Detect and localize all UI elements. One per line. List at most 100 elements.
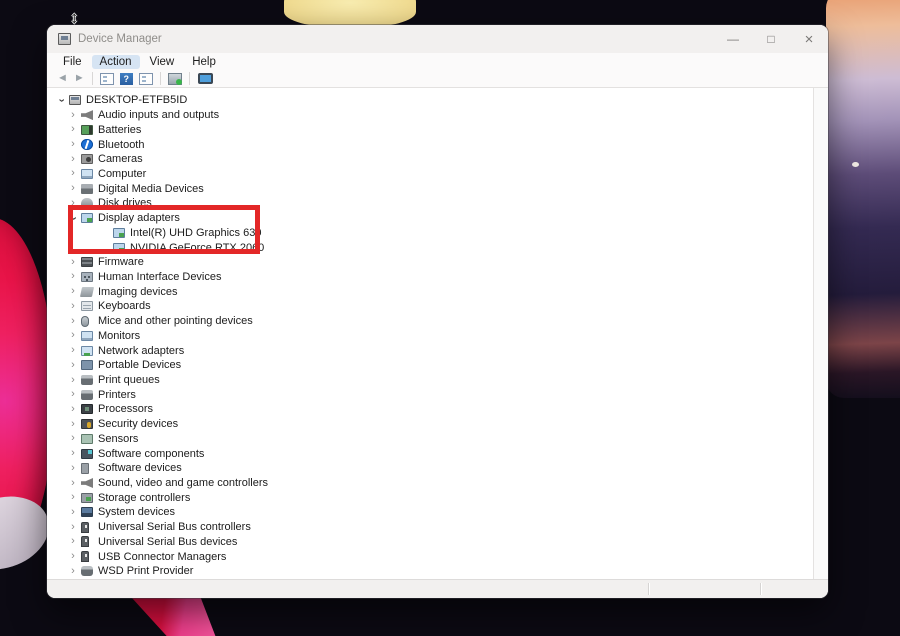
tree-item-label: Processors — [98, 403, 153, 415]
chevron-down-icon[interactable]: › — [56, 94, 67, 106]
chevron-right-icon[interactable]: › — [67, 536, 79, 547]
help-button[interactable]: ? — [120, 73, 133, 85]
tree-item[interactable]: ›Network adapters — [47, 343, 813, 358]
chevron-right-icon[interactable]: › — [67, 448, 79, 459]
chevron-right-icon[interactable]: › — [67, 139, 79, 150]
back-button[interactable]: ◄ — [57, 73, 68, 84]
chevron-right-icon[interactable]: › — [67, 404, 79, 415]
tree-item-label: Computer — [98, 168, 146, 180]
chevron-right-icon[interactable]: › — [67, 492, 79, 503]
media-icon — [81, 184, 93, 194]
tree-item[interactable]: ›Print queues — [47, 373, 813, 388]
tree-item[interactable]: › Batteries — [47, 122, 813, 137]
menu-help[interactable]: Help — [184, 55, 224, 69]
camera-icon — [81, 154, 93, 164]
status-bar-separator — [760, 583, 761, 595]
chevron-right-icon[interactable]: › — [67, 168, 79, 179]
chevron-right-icon[interactable]: › — [67, 345, 79, 356]
tree-item[interactable]: ›Sound, video and game controllers — [47, 476, 813, 491]
menu-view[interactable]: View — [142, 55, 183, 69]
vertical-scrollbar[interactable] — [813, 88, 828, 579]
chevron-right-icon[interactable]: › — [67, 522, 79, 533]
sensor-icon — [81, 434, 93, 444]
tree-item-label: Batteries — [98, 124, 141, 136]
tree-item[interactable]: ›System devices — [47, 505, 813, 520]
title-bar[interactable]: Device Manager — □ × — [47, 25, 828, 53]
tree-item[interactable]: ›Audio inputs and outputs — [47, 108, 813, 123]
usb-icon — [81, 551, 89, 562]
tree-item[interactable]: ›Monitors — [47, 329, 813, 344]
chevron-right-icon[interactable]: › — [67, 154, 79, 165]
tree-item[interactable]: ›Software devices — [47, 461, 813, 476]
computer-root-icon — [69, 95, 81, 105]
tree-item[interactable]: ›Digital Media Devices — [47, 181, 813, 196]
tree-item[interactable]: ›Firmware — [47, 255, 813, 270]
tree-item-label: Universal Serial Bus devices — [98, 536, 237, 548]
tree-item[interactable]: ›Mice and other pointing devices — [47, 314, 813, 329]
speaker-icon — [81, 110, 93, 120]
tree-item[interactable]: › Universal Serial Bus devices — [47, 535, 813, 550]
chevron-down-icon[interactable]: › — [68, 212, 79, 224]
chevron-right-icon[interactable]: › — [67, 183, 79, 194]
tree-item[interactable]: ›Printers — [47, 387, 813, 402]
tree-item[interactable]: › Computer — [47, 167, 813, 182]
menu-file[interactable]: File — [55, 55, 90, 69]
tree-item[interactable]: ›Intel(R) UHD Graphics 630 — [47, 225, 813, 240]
menu-action[interactable]: Action — [92, 55, 140, 69]
tree-item[interactable]: › Software components — [47, 446, 813, 461]
toolbar-separator — [160, 72, 161, 85]
chevron-right-icon[interactable]: › — [67, 551, 79, 562]
chevron-right-icon[interactable]: › — [67, 419, 79, 430]
chevron-right-icon[interactable]: › — [67, 375, 79, 386]
chevron-right-icon[interactable]: › — [67, 301, 79, 312]
tree-item[interactable]: ›Universal Serial Bus controllers — [47, 520, 813, 535]
chevron-right-icon[interactable]: › — [67, 257, 79, 268]
chevron-right-icon[interactable]: › — [67, 507, 79, 518]
tree-item[interactable]: › Cameras — [47, 152, 813, 167]
properties-button[interactable] — [139, 73, 153, 85]
show-console-tree-button[interactable] — [100, 73, 114, 85]
computer-monitor-icon[interactable] — [198, 73, 213, 84]
wsd-icon — [81, 566, 93, 576]
tree-item-label: Cameras — [98, 153, 143, 165]
tree-item[interactable]: ›Security devices — [47, 417, 813, 432]
tree-item[interactable]: › Processors — [47, 402, 813, 417]
display-icon — [113, 243, 125, 253]
chevron-right-icon[interactable]: › — [67, 360, 79, 371]
chevron-right-icon[interactable]: › — [67, 433, 79, 444]
maximize-button[interactable]: □ — [752, 25, 790, 53]
chevron-right-icon[interactable]: › — [67, 271, 79, 282]
tree-item[interactable]: ›Storage controllers — [47, 490, 813, 505]
keyboard-icon — [81, 301, 93, 311]
scan-hardware-changes-button[interactable] — [168, 73, 182, 85]
chevron-right-icon[interactable]: › — [67, 330, 79, 341]
chevron-right-icon[interactable]: › — [67, 124, 79, 135]
monitor-icon — [81, 331, 93, 341]
tree-item[interactable]: ›Bluetooth — [47, 137, 813, 152]
tree-item[interactable]: ›Display adapters — [47, 211, 813, 226]
chevron-right-icon[interactable]: › — [67, 478, 79, 489]
chevron-right-icon[interactable]: › — [67, 286, 79, 297]
tree-item[interactable]: ›USB Connector Managers — [47, 549, 813, 564]
tree-item[interactable]: ›Keyboards — [47, 299, 813, 314]
tree-item[interactable]: ›Human Interface Devices — [47, 270, 813, 285]
forward-button[interactable]: ► — [74, 73, 85, 84]
chevron-right-icon[interactable]: › — [67, 198, 79, 209]
minimize-button[interactable]: — — [714, 25, 752, 53]
chevron-right-icon[interactable]: › — [67, 110, 79, 121]
tree-item[interactable]: ›Sensors — [47, 432, 813, 447]
tree-item[interactable]: ›Imaging devices — [47, 284, 813, 299]
tree-item[interactable]: ›Disk drives — [47, 196, 813, 211]
tree-item[interactable]: ›WSD Print Provider — [47, 564, 813, 579]
close-button[interactable]: × — [790, 25, 828, 53]
usb-icon — [81, 522, 89, 533]
chevron-right-icon[interactable]: › — [67, 316, 79, 327]
chevron-right-icon[interactable]: › — [67, 389, 79, 400]
chevron-right-icon[interactable]: › — [67, 566, 79, 577]
tree-item-label: Software components — [98, 448, 204, 460]
tree-item[interactable]: ›DESKTOP-ETFB5ID — [47, 93, 813, 108]
chevron-right-icon[interactable]: › — [67, 463, 79, 474]
imaging-icon — [80, 287, 94, 297]
tree-item[interactable]: ›NVIDIA GeForce RTX 2060 — [47, 240, 813, 255]
tree-item[interactable]: ›Portable Devices — [47, 358, 813, 373]
